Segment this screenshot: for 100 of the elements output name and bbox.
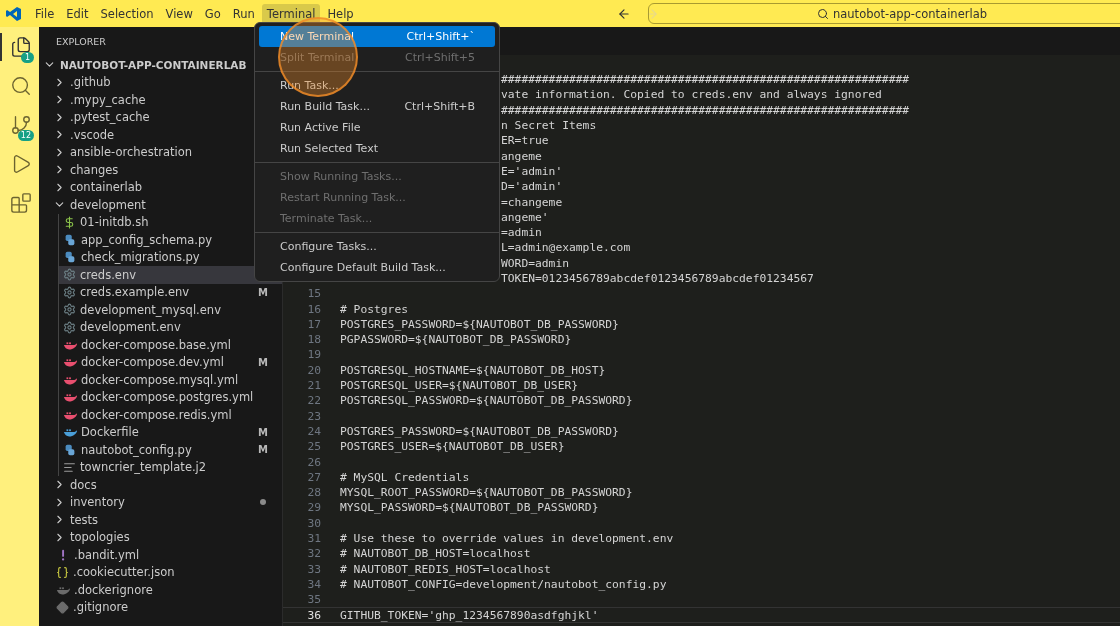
code-line: # NAUTOBOT_CONFIG=development/nautobot_config.py (340, 577, 667, 591)
code-line: D='admin' (501, 180, 563, 194)
line-number: 26 (306, 455, 321, 469)
line-number: 15 (306, 287, 321, 301)
code-line: L=admin@example.com (501, 241, 631, 255)
line-number: 18 (306, 333, 321, 347)
explorer-file[interactable]: docker-compose.dev.yml M (59, 353, 282, 371)
menu-item[interactable]: View (160, 3, 198, 24)
folder-item[interactable]: inventory (39, 493, 282, 511)
code-line: POSTGRES_USER=${NAUTOBOT_DB_USER} (340, 440, 565, 454)
line-number: 29 (306, 501, 321, 515)
git-status-letter: M (258, 286, 268, 298)
explorer-title: EXPLORER (55, 35, 107, 49)
gear-icon (63, 285, 76, 299)
line-number: 28 (306, 486, 321, 500)
line-number: 36 (306, 608, 321, 622)
line-number: 22 (306, 394, 321, 408)
code-line: n Secret Items (501, 119, 597, 133)
code-line: TOKEN=0123456789abcdef0123456789abcdef01234567 (501, 272, 814, 285)
braces-icon (56, 565, 69, 579)
line-number: 25 (306, 440, 321, 454)
menu-item[interactable]: Run (227, 3, 260, 24)
code-line: POSTGRES_PASSWORD=${NAUTOBOT_DB_PASSWORD} (340, 424, 619, 438)
explorer-file[interactable]: docker-compose.base.yml (59, 336, 282, 354)
code-line: POSTGRES_PASSWORD=${NAUTOBOT_DB_PASSWORD} (340, 317, 619, 331)
code-line: GITHUB_TOKEN='ghp_1234567890asdfghjkl' (340, 608, 599, 622)
code-line: angeme (501, 149, 542, 163)
files-icon (9, 36, 32, 58)
menu-item[interactable]: Edit (61, 3, 94, 24)
explorer-file[interactable]: .cookiecutter.json (39, 563, 282, 581)
menu-item[interactable]: Selection (95, 3, 159, 24)
code-line: angeme' (501, 210, 549, 224)
folder-item[interactable]: topologies (39, 528, 282, 546)
code-line: ############################################################ (501, 73, 910, 87)
line-number: 16 (306, 302, 321, 316)
menu-item[interactable]: Terminal (261, 3, 321, 24)
line-number: 33 (306, 562, 321, 576)
code-line: WORD=admin (501, 256, 569, 270)
code-line: vate information. Copied to creds.env and always ignored (501, 88, 882, 102)
explorer-file[interactable]: .dockerignore (39, 581, 282, 599)
folder-item[interactable]: tests (39, 511, 282, 529)
explorer-file[interactable]: nautobot_config.py M (59, 441, 282, 459)
menu-item[interactable]: File (30, 3, 60, 24)
code-line: # NAUTOBOT_DB_HOST=localhost (340, 547, 531, 561)
menu-item[interactable]: Go (199, 3, 226, 24)
shortcut-text: Ctrl+Shift+` (406, 30, 475, 43)
explorer-file[interactable]: .bandit.yml (39, 546, 282, 564)
explorer-file[interactable]: docker-compose.postgres.yml (59, 388, 282, 406)
logo-icon (6, 5, 22, 22)
code-line: # NAUTOBOT_REDIS_HOST=localhost (340, 562, 551, 576)
code-line: PGPASSWORD=${NAUTOBOT_DB_PASSWORD} (340, 333, 572, 347)
explorer-file[interactable]: creds.example.env M (59, 283, 282, 301)
code-line: # Use these to override values in development.env (340, 532, 674, 546)
line-number: 23 (306, 409, 321, 423)
gear-icon (63, 320, 76, 334)
count-badge: 1 (21, 52, 34, 63)
git-status-letter: M (258, 356, 268, 368)
line-number: 31 (306, 532, 321, 546)
dollar-icon (63, 215, 76, 229)
line-number: 35 (306, 593, 321, 607)
extensions-icon (9, 192, 32, 214)
explorer-file[interactable]: towncrier_template.j2 (59, 458, 282, 476)
shortcut-text: Ctrl+Shift+B (404, 100, 475, 113)
branch-icon (9, 114, 32, 136)
code-line: POSTGRESQL_USER=${NAUTOBOT_DB_USER} (340, 379, 579, 393)
diamond-icon (56, 600, 69, 614)
explorer-file[interactable]: development.env (59, 318, 282, 336)
code-line: # MySQL Credentials (340, 470, 470, 484)
explorer-file[interactable]: Dockerfile M (59, 423, 282, 441)
git-status-letter: M (258, 444, 268, 456)
explorer-file[interactable]: development_mysql.env (59, 301, 282, 319)
gear-icon (63, 303, 76, 317)
line-number: 21 (306, 379, 321, 393)
code-line: MYSQL_ROOT_PASSWORD=${NAUTOBOT_DB_PASSWORD} (340, 486, 633, 500)
root-folder[interactable]: NAUTOBOT-APP-CONTAINERLAB (39, 56, 282, 74)
back-button[interactable] (616, 6, 631, 21)
text-lines-icon (63, 460, 76, 474)
line-number: 20 (306, 363, 321, 377)
command-center[interactable]: nautobot-app-containerlab (648, 3, 1120, 24)
code-line: E='admin' (501, 164, 563, 178)
code-line: =admin (501, 226, 542, 240)
line-number: 32 (306, 547, 321, 561)
gear-icon (63, 268, 76, 282)
count-badge: 12 (17, 130, 34, 141)
shortcut-text: Ctrl+Shift+5 (405, 51, 475, 64)
folder-item[interactable]: .github (39, 73, 282, 91)
code-line: POSTGRESQL_HOSTNAME=${NAUTOBOT_DB_HOST} (340, 363, 606, 377)
code-line: # Postgres (340, 302, 408, 316)
line-number: 27 (306, 470, 321, 484)
line-number: 19 (306, 348, 321, 362)
code-line: =changeme (501, 195, 563, 209)
explorer-file[interactable]: docker-compose.mysql.yml (59, 371, 282, 389)
explorer-file[interactable]: docker-compose.redis.yml (59, 406, 282, 424)
explorer-file[interactable]: .gitignore (39, 598, 282, 616)
line-number: 34 (306, 577, 321, 591)
code-line: MYSQL_PASSWORD=${NAUTOBOT_DB_PASSWORD} (340, 501, 599, 515)
code-line: ER=true (501, 134, 549, 148)
code-line: ############################################################ (501, 103, 910, 117)
folder-item[interactable]: docs (39, 476, 282, 494)
line-number: 24 (306, 424, 321, 438)
